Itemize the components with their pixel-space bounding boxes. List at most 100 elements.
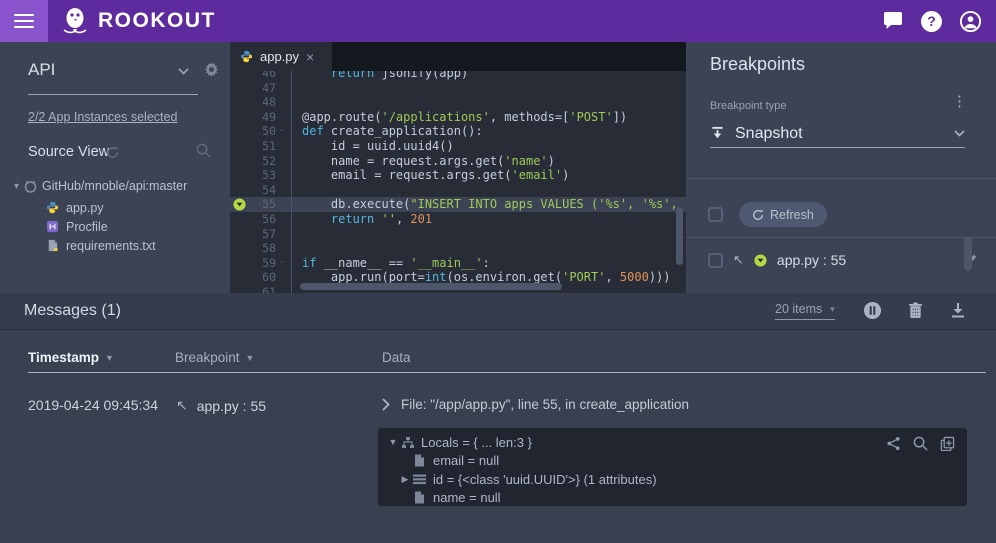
code-line-58: 58 bbox=[230, 241, 686, 256]
chevron-down-icon[interactable] bbox=[178, 68, 189, 75]
locals-row-2: ▶ id = {<class 'uuid.UUID'>} (1 attribute… bbox=[378, 470, 967, 489]
messages-title: Messages (1) bbox=[24, 302, 121, 320]
tab-app-py[interactable]: app.py × bbox=[230, 42, 332, 71]
account-icon[interactable] bbox=[959, 10, 982, 33]
code-line-51: 51 id = uuid.uuid4() bbox=[230, 139, 686, 154]
horizontal-scrollbar[interactable] bbox=[300, 283, 562, 290]
code-line-56: 56 return '', 201 bbox=[230, 212, 686, 227]
kebab-menu-icon[interactable]: ⋮ bbox=[952, 94, 967, 111]
code-editor: 46 return jsonify(app)474849@app.route('… bbox=[230, 42, 686, 293]
code-text bbox=[292, 95, 302, 110]
gutter-47: 47 bbox=[230, 81, 292, 96]
tree-item-requirements.txt[interactable]: requirements.txt bbox=[46, 236, 156, 255]
line-number: 54 bbox=[248, 183, 276, 198]
editor-tabstrip: app.py × bbox=[230, 42, 686, 71]
refresh-icon[interactable] bbox=[106, 146, 119, 159]
code-text: @app.route('/applications', methods=['PO… bbox=[292, 110, 627, 125]
search-icon[interactable] bbox=[196, 143, 211, 158]
locals-row-0: ▼ Locals = { ... len:3 } bbox=[378, 433, 967, 452]
caret-right-icon[interactable]: ▶ bbox=[398, 474, 412, 485]
code-text bbox=[292, 241, 302, 256]
breakpoint-type-select[interactable]: Snapshot bbox=[710, 120, 965, 148]
topbar-icons: ? bbox=[881, 0, 982, 42]
breakpoint-checkbox[interactable] bbox=[708, 253, 723, 268]
line-number: 51 bbox=[248, 139, 276, 154]
search-icon[interactable] bbox=[913, 436, 928, 451]
page-icon bbox=[412, 453, 427, 468]
gutter-59: 59- bbox=[230, 256, 292, 271]
chevron-down-icon[interactable]: ▾ bbox=[14, 181, 19, 192]
line-number: 57 bbox=[248, 227, 276, 242]
table-header-underline bbox=[28, 372, 986, 373]
divider bbox=[686, 178, 996, 179]
brand-text: ROOKOUT bbox=[98, 9, 216, 33]
gutter-53: 53 bbox=[230, 168, 292, 183]
download-icon[interactable] bbox=[948, 300, 968, 320]
breakpoints-panel: Breakpoints ⋮ Breakpoint type Snapshot R… bbox=[686, 42, 996, 293]
breakpoint-icon[interactable] bbox=[230, 198, 248, 211]
breakpoint-type-value: Snapshot bbox=[735, 125, 944, 143]
variable-text: id = {<class 'uuid.UUID'>} (1 attributes… bbox=[433, 472, 657, 487]
line-number: 60 bbox=[248, 270, 276, 285]
code-text: db.execute("INSERT INTO apps VALUES ('%s… bbox=[292, 197, 686, 212]
fold-marker-icon[interactable]: - bbox=[276, 256, 288, 271]
breakpoint-list: ↖app.py : 55 bbox=[708, 247, 978, 273]
chat-icon[interactable] bbox=[881, 10, 904, 33]
gutter-57: 57 bbox=[230, 227, 292, 242]
refresh-button[interactable]: Refresh bbox=[739, 202, 827, 227]
column-timestamp[interactable]: Timestamp▼ bbox=[28, 350, 114, 365]
code-line-53: 53 email = request.args.get('email') bbox=[230, 168, 686, 183]
gutter-48: 48 bbox=[230, 95, 292, 110]
code-line-57: 57 bbox=[230, 227, 686, 242]
copy-expand-icon[interactable] bbox=[940, 436, 955, 451]
messages-header-bar: Messages (1) 20 items ▾ bbox=[0, 293, 996, 330]
breakpoints-title: Breakpoints bbox=[710, 54, 805, 75]
column-breakpoint[interactable]: Breakpoint▼ bbox=[175, 350, 254, 365]
code-text bbox=[292, 81, 302, 96]
line-number: 58 bbox=[248, 241, 276, 256]
owl-logo-icon bbox=[62, 6, 90, 36]
breakpoint-item-0[interactable]: ↖app.py : 55 bbox=[708, 247, 978, 273]
line-number: 59 bbox=[248, 256, 276, 271]
help-icon[interactable]: ? bbox=[920, 10, 943, 33]
line-number: 50 bbox=[248, 124, 276, 139]
code-line-52: 52 name = request.args.get('name') bbox=[230, 154, 686, 169]
gear-icon[interactable] bbox=[204, 62, 219, 77]
code-line-54: 54 bbox=[230, 183, 686, 198]
text-file-icon bbox=[46, 239, 59, 252]
panel-scrollbar[interactable] bbox=[964, 237, 972, 271]
gutter-54: 54 bbox=[230, 183, 292, 198]
sort-caret-icon: ▼ bbox=[246, 353, 255, 363]
caret-down-icon[interactable]: ▼ bbox=[386, 437, 400, 447]
code-text: id = uuid.uuid4() bbox=[292, 139, 454, 154]
tree-item-app.py[interactable]: app.py bbox=[46, 198, 156, 217]
menu-icon[interactable] bbox=[0, 0, 48, 42]
vertical-scrollbar[interactable] bbox=[676, 207, 683, 265]
chevron-right-icon[interactable] bbox=[382, 398, 390, 411]
share-icon[interactable] bbox=[886, 436, 901, 451]
repo-tree-root[interactable]: ▾ GitHub/mnoble/api:master bbox=[14, 179, 187, 193]
gutter-51: 51 bbox=[230, 139, 292, 154]
trash-icon[interactable] bbox=[905, 300, 925, 320]
refresh-row: Refresh bbox=[708, 202, 827, 227]
select-all-checkbox[interactable] bbox=[708, 207, 723, 222]
line-number: 55 bbox=[248, 197, 276, 212]
data-cell[interactable]: File: "/app/app.py", line 55, in create_… bbox=[382, 397, 689, 412]
line-number: 52 bbox=[248, 154, 276, 169]
tree-item-Procfile[interactable]: Procfile bbox=[46, 217, 156, 236]
close-icon[interactable]: × bbox=[306, 50, 314, 64]
code-line-47: 47 bbox=[230, 81, 686, 96]
variable-text: Locals = { ... len:3 } bbox=[421, 435, 532, 450]
variable-text: name = null bbox=[433, 490, 501, 505]
fold-marker-icon[interactable]: - bbox=[276, 124, 288, 139]
project-select-underline bbox=[28, 94, 198, 95]
app-instances-link[interactable]: 2/2 App Instances selected bbox=[28, 110, 177, 124]
locals-row-3: name = null bbox=[378, 489, 967, 508]
gutter-55: 55 bbox=[230, 197, 292, 212]
page-size-select[interactable]: 20 items ▾ bbox=[775, 302, 835, 320]
line-number: 49 bbox=[248, 110, 276, 125]
pause-icon[interactable] bbox=[862, 300, 882, 320]
breakpoint-cell: ↖ app.py : 55 bbox=[176, 397, 266, 414]
code-text: name = request.args.get('name') bbox=[292, 154, 555, 169]
project-select[interactable]: API bbox=[28, 60, 55, 80]
